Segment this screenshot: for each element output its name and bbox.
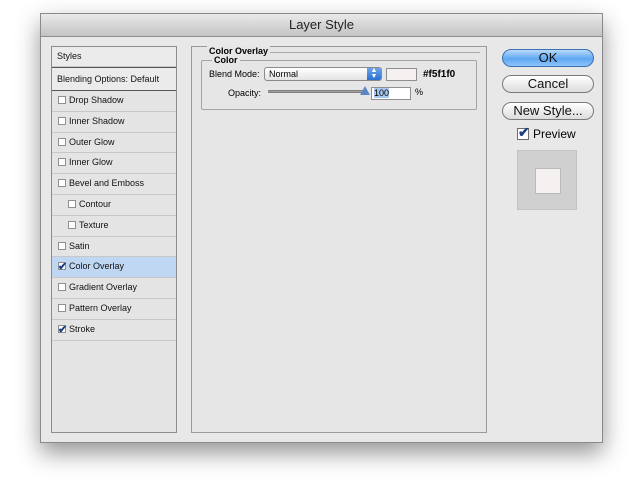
style-checkbox[interactable] (58, 116, 66, 125)
styles-list: Styles Blending Options: Default Drop Sh… (51, 46, 177, 433)
style-checkbox[interactable] (68, 220, 76, 229)
style-item-label: Satin (69, 240, 90, 251)
style-checkbox[interactable] (58, 179, 66, 188)
style-item[interactable]: Inner Glow (52, 153, 176, 175)
opacity-value: 100 (374, 88, 390, 98)
styles-header[interactable]: Styles (52, 47, 176, 67)
style-item-label: Bevel and Emboss (69, 178, 145, 189)
style-checkbox[interactable] (58, 321, 67, 340)
color-group-title: Color (212, 55, 240, 65)
preview-label: Preview (533, 127, 576, 141)
section-divider (270, 52, 480, 53)
style-checkbox[interactable] (58, 283, 66, 292)
style-item[interactable]: Inner Shadow (52, 112, 176, 133)
style-item-label: Inner Glow (69, 157, 113, 168)
new-style-button[interactable]: New Style... (502, 102, 594, 120)
style-item-label: Color Overlay (69, 261, 125, 272)
style-checkbox[interactable] (58, 241, 66, 250)
styles-header-label: Styles (57, 51, 82, 61)
overlay-color-swatch[interactable] (386, 68, 417, 81)
style-item[interactable]: Bevel and Emboss (52, 174, 176, 195)
style-item-label: Outer Glow (69, 136, 115, 147)
style-item[interactable]: Satin (52, 237, 176, 258)
style-item[interactable]: Gradient Overlay (52, 278, 176, 299)
cancel-button[interactable]: Cancel (502, 75, 594, 93)
blend-mode-value: Normal (269, 69, 299, 79)
style-item[interactable]: Stroke (52, 320, 176, 341)
style-checkbox[interactable] (58, 137, 66, 146)
preview-thumbnail (517, 150, 577, 210)
color-hex-value: #f5f1f0 (423, 69, 456, 80)
opacity-slider[interactable] (268, 90, 364, 93)
style-item-label: Contour (79, 199, 112, 209)
style-item-label: Inner Shadow (69, 115, 125, 126)
color-group: Color Blend Mode: Normal ▲ ▼ #f5f1f0 Opac… (201, 55, 477, 110)
preview-checkbox[interactable] (517, 124, 530, 141)
style-checkbox[interactable] (58, 96, 66, 104)
style-item[interactable]: Outer Glow (52, 133, 176, 154)
blending-options-label: Blending Options: Default (57, 74, 160, 84)
ok-button[interactable]: OK (502, 49, 594, 67)
style-checkbox[interactable] (68, 200, 76, 208)
style-item-label: Gradient Overlay (69, 282, 138, 293)
opacity-slider-thumb[interactable] (360, 86, 370, 95)
style-item-label: Stroke (69, 323, 96, 334)
style-item[interactable]: Drop Shadow (52, 91, 176, 112)
style-item-label: Pattern Overlay (69, 303, 132, 313)
style-item[interactable]: Contour (52, 195, 176, 216)
blend-mode-select[interactable]: Normal ▲ ▼ (264, 67, 382, 81)
blending-options-item[interactable]: Blending Options: Default (52, 67, 176, 91)
blend-mode-label: Blend Mode: (209, 69, 260, 79)
layer-style-dialog: Layer Style Styles Blending Options: Def… (40, 13, 603, 443)
style-checkbox[interactable] (58, 258, 67, 277)
style-item[interactable]: Pattern Overlay (52, 299, 176, 320)
preview-swatch (535, 168, 561, 194)
color-overlay-panel: Color Overlay Color Blend Mode: Normal ▲… (191, 46, 487, 433)
style-checkbox[interactable] (58, 158, 66, 167)
style-item[interactable]: Texture (52, 216, 176, 237)
opacity-label: Opacity: (228, 88, 262, 98)
style-item[interactable]: Color Overlay (52, 257, 176, 279)
dialog-title: Layer Style (41, 14, 602, 37)
opacity-input[interactable]: 100 (371, 87, 411, 100)
opacity-unit: % (415, 87, 424, 97)
style-checkbox[interactable] (58, 304, 66, 312)
style-item-label: Texture (79, 219, 109, 230)
select-arrows-icon: ▲ ▼ (367, 67, 381, 80)
style-item-label: Drop Shadow (69, 95, 124, 105)
